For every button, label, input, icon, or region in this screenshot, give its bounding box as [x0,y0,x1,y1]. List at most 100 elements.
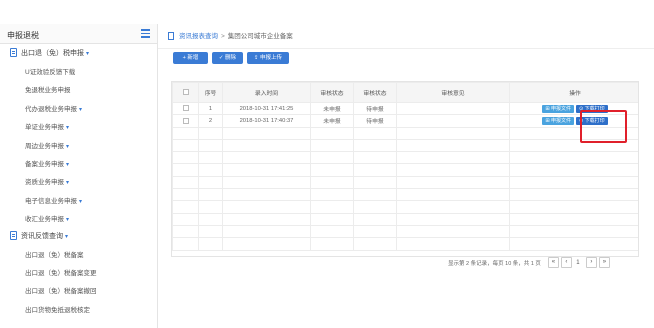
sidebar-item-refund-filing[interactable]: 出口退（免）税备案 [0,244,157,262]
records-table: 序号 录入时间 审核状态 审核状态 审核意见 操作 1 2018-10-31 1… [172,82,638,251]
chevron-down-icon: ▾ [79,198,83,205]
sidebar-item-filing[interactable]: 备案业务申报 ▾ [0,153,157,171]
empty-cell [222,126,311,140]
hamburger-menu-icon[interactable] [141,29,150,38]
row-checkbox[interactable] [182,105,189,112]
row-time: 2018-10-31 17:41:25 [222,101,311,116]
document-icon [10,48,17,57]
sidebar-item-label: 出口退（免）税备案变更 [25,269,97,277]
sidebar-item-refund-approval[interactable]: 出口货物免抵退税核定 [0,299,157,317]
sidebar-item-label: 收汇业务申报 [25,216,64,224]
upload-button[interactable]: ⇪ 申报上传 [247,52,289,64]
row-status: 待申报 [353,114,397,128]
sidebar-item-label: 出口退（免）税备案 [25,251,84,259]
empty-cell [509,224,638,239]
empty-cell [396,212,510,226]
empty-cell [353,224,397,239]
row-status: 未申报 [310,114,354,128]
sidebar-section-export-refund[interactable]: 出口退（免）税申报 ▾ [0,44,157,61]
sidebar-item-qualification[interactable]: 资质业务申报 ▾ [0,171,157,189]
column-header: 审核状态 [353,82,397,103]
first-page-button[interactable]: « [547,257,559,268]
sidebar-item-label: 备案业务申报 [25,160,64,168]
sidebar-item-free-refund[interactable]: 免退税业务申报 [0,79,157,97]
row-checkbox[interactable] [182,117,189,124]
delete-button[interactable]: ✓ 删除 [212,52,243,64]
sidebar: 申报退税 出口退（免）税申报 ▾ U证效验反馈下载 免退税业务申报 代办退税业务申… [0,24,158,328]
empty-table-row [172,126,638,140]
empty-cell [396,138,510,153]
table-row[interactable]: 2 2018-10-31 17:40:37 未申报 待申报 ⊞ 申报文件 ⊙ 下载… [172,114,638,128]
chevron-down-icon: ▾ [66,217,70,224]
document-icon [168,32,174,41]
row-opinion [396,114,510,128]
empty-cell [198,126,223,140]
empty-cell [198,224,223,239]
empty-cell [222,138,311,153]
empty-cell [509,237,638,251]
sidebar-item-agent-refund[interactable]: 代办退税业务申报 ▾ [0,98,157,116]
row-select-cell [172,101,199,116]
view-file-button[interactable]: ⊞ 申报文件 [542,116,574,125]
empty-table-row [172,224,638,239]
sidebar-item-fx-receipt[interactable]: 收汇业务申报 ▾ [0,208,157,226]
empty-cell [353,200,397,214]
chevron-down-icon: ▾ [66,180,70,187]
empty-cell [222,200,311,214]
column-header-select [172,82,199,103]
chevron-down-icon: ▾ [79,106,83,113]
empty-cell [172,126,199,140]
empty-cell [198,138,223,153]
empty-cell [222,188,311,202]
last-page-button[interactable]: » [598,257,610,268]
sidebar-section-info-query[interactable]: 资讯反馈查询 ▾ [0,227,157,244]
empty-cell [396,237,510,251]
sidebar-item-e-info[interactable]: 电子信息业务申报 ▾ [0,190,157,208]
empty-cell [172,151,199,165]
top-bar [0,0,654,24]
breadcrumb-root-link[interactable]: 资讯报表查询 [179,33,218,40]
sidebar-section-label: 资讯反馈查询 [21,232,63,240]
empty-cell [172,237,199,251]
document-icon [10,230,17,240]
row-index: 1 [198,101,223,116]
sidebar-item-peripheral[interactable]: 周边业务申报 ▾ [0,135,157,153]
select-all-checkbox[interactable] [182,89,189,96]
sidebar-item-label: 资质业务申报 [25,179,64,187]
breadcrumb: 资讯报表查询 > 集团公司城市企业备案 [168,30,293,42]
empty-cell [310,126,354,140]
empty-cell [396,188,510,202]
toolbar: + 新增 ✓ 删除 ⇪ 申报上传 [173,52,293,66]
empty-cell [198,237,223,251]
sidebar-item-refund-filing-change[interactable]: 出口退（免）税备案变更 [0,262,157,280]
empty-cell [172,224,199,239]
sidebar-item-u-verify-download[interactable]: U证效验反馈下载 [0,61,157,79]
table-row[interactable]: 1 2018-10-31 17:41:25 未申报 待申报 ⊞ 申报文件 ⊙ 下载… [172,101,638,116]
empty-cell [172,200,199,214]
empty-cell [353,237,397,251]
prev-page-button[interactable]: ‹ [560,257,572,268]
empty-cell [310,163,354,177]
chevron-down-icon: ▾ [86,51,90,57]
empty-table-row [172,138,638,153]
sidebar-item-label: 出口退（免）税备案撤回 [25,288,97,296]
empty-cell [198,200,223,214]
sidebar-item-document[interactable]: 单证业务申报 ▾ [0,116,157,134]
current-page-number[interactable]: 1 [572,260,584,266]
add-button[interactable]: + 新增 [173,52,208,64]
empty-cell [396,151,510,165]
row-status: 未申报 [310,101,354,116]
empty-cell [310,237,354,251]
next-page-button[interactable]: › [585,257,597,268]
empty-cell [222,163,311,177]
empty-cell [310,175,354,190]
empty-cell [396,175,510,190]
data-grid: 序号 录入时间 审核状态 审核状态 审核意见 操作 1 2018-10-31 1… [171,81,639,257]
empty-cell [310,138,354,153]
view-file-button[interactable]: ⊞ 申报文件 [542,104,574,113]
chevron-down-icon: ▾ [65,233,69,240]
column-header: 操作 [509,82,638,103]
pagination-info: 显示第 2 条记录，每页 10 条，共 1 页 [448,260,541,267]
sidebar-item-refund-filing-withdraw[interactable]: 出口退（免）税备案撤回 [0,280,157,298]
download-highlight-box [580,110,627,143]
